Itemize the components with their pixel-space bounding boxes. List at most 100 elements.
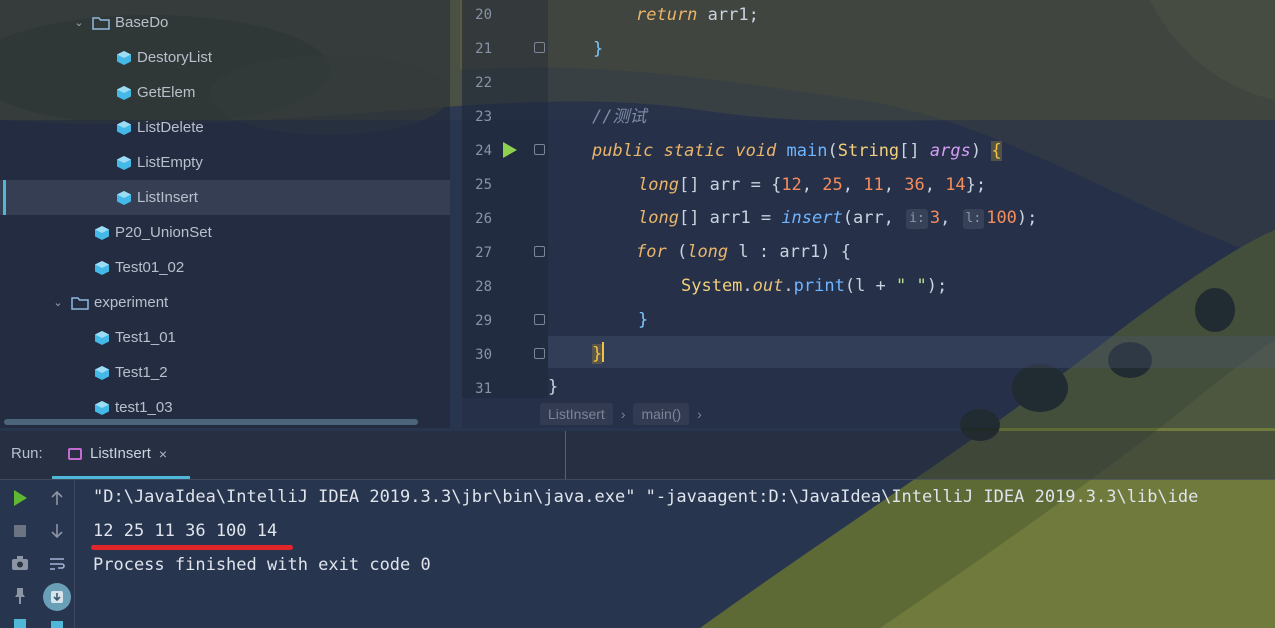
fold-marker-icon[interactable]: [534, 42, 545, 53]
pin-icon: [15, 588, 25, 604]
console-line-command: "D:\JavaIdea\IntelliJ IDEA 2019.3.3\jbr\…: [93, 487, 1199, 507]
screenshot-button[interactable]: [11, 555, 29, 571]
breadcrumb-separator-icon: ›: [620, 406, 626, 422]
code-token: 25: [822, 175, 843, 195]
code-token: args: [929, 141, 971, 161]
horizontal-scrollbar[interactable]: [4, 419, 418, 425]
chevron-down-icon[interactable]: ⌄: [72, 16, 86, 29]
tree-item-listempty[interactable]: ListEmpty: [0, 145, 450, 180]
camera-icon: [12, 556, 28, 570]
tree-item-label: ListDelete: [137, 119, 204, 136]
code-token: static: [663, 141, 726, 161]
stop-button[interactable]: [13, 524, 27, 538]
run-tool-window-header: Run: ListInsert ×: [0, 431, 1275, 480]
console-toolbar: [40, 480, 75, 628]
rerun-button[interactable]: [12, 489, 28, 507]
tree-item-test01-02[interactable]: Test01_02: [0, 250, 450, 285]
code-token: print: [793, 276, 845, 296]
code-token: 12: [781, 175, 802, 195]
code-token: .: [742, 276, 753, 296]
code-token: long: [638, 175, 679, 195]
code-line-30: }: [548, 337, 605, 371]
code-line-31: }: [548, 377, 559, 397]
scroll-down-button[interactable]: [50, 523, 64, 539]
code-token: arr1;: [697, 5, 759, 25]
tab-listinsert[interactable]: ListInsert ×: [52, 431, 190, 479]
tree-item-getelem[interactable]: GetElem: [0, 75, 450, 110]
line-number: 25: [475, 177, 492, 193]
java-class-icon: [117, 190, 131, 205]
project-tree: ⌄ BaseDo DestoryList GetElem ListDelete …: [0, 0, 450, 428]
play-icon: [14, 490, 27, 506]
current-line-highlight: [548, 336, 1275, 368]
code-token: for: [636, 242, 667, 262]
code-token: (: [666, 242, 688, 262]
divider: [565, 431, 566, 479]
scroll-up-button[interactable]: [50, 490, 64, 506]
code-token: return: [636, 5, 698, 25]
tree-folder-experiment[interactable]: ⌄ experiment: [0, 285, 450, 320]
code-token: {: [991, 141, 1002, 161]
code-line-26: long[] arr1 = insert(arr, i: 3, l: 100);: [638, 208, 1038, 229]
tree-folder-basedo[interactable]: ⌄ BaseDo: [0, 5, 450, 40]
code-token: []: [899, 141, 930, 161]
line-number: 20: [475, 7, 492, 23]
code-token: String: [837, 141, 900, 161]
tree-item-label: P20_UnionSet: [115, 224, 212, 241]
run-toolbar: [0, 480, 40, 628]
fold-marker-icon[interactable]: [534, 144, 545, 155]
print-button[interactable]: [50, 620, 64, 628]
run-gutter-icon[interactable]: [502, 141, 518, 159]
line-number: 31: [475, 381, 492, 397]
code-token: long: [687, 242, 729, 262]
tab-label: ListInsert: [90, 445, 151, 462]
arrow-up-icon: [51, 490, 63, 505]
tree-item-p20-unionset[interactable]: P20_UnionSet: [0, 215, 450, 250]
code-token: public: [592, 141, 654, 161]
console-output[interactable]: "D:\JavaIdea\IntelliJ IDEA 2019.3.3\jbr\…: [93, 482, 1198, 584]
arrow-down-icon: [51, 524, 63, 539]
code-line-27: for (long l : arr1) {: [548, 235, 851, 269]
scroll-to-end-button[interactable]: [43, 583, 71, 611]
tree-item-label: BaseDo: [115, 14, 169, 31]
code-token: .: [783, 276, 794, 296]
code-token: );: [1016, 208, 1038, 228]
close-icon[interactable]: ×: [159, 446, 167, 462]
soft-wrap-button[interactable]: [49, 557, 65, 571]
print-icon: [51, 621, 63, 628]
chevron-down-icon[interactable]: ⌄: [51, 296, 65, 309]
settings-button[interactable]: [13, 618, 27, 628]
soft-wrap-icon: [50, 558, 65, 570]
tree-item-test1-01[interactable]: Test1_01: [0, 320, 450, 355]
code-line-23-comment: //测试: [592, 107, 647, 127]
code-token: insert: [781, 208, 843, 228]
tree-item-label: Test1_01: [115, 329, 176, 346]
code-token: main: [786, 141, 828, 161]
tree-item-listinsert[interactable]: ListInsert: [0, 180, 450, 215]
code-token: (: [827, 141, 838, 161]
breadcrumb-item-method[interactable]: main(): [633, 403, 690, 425]
fold-marker-icon[interactable]: [534, 348, 545, 359]
code-editor[interactable]: 20 21 22 23 24 25 26 27 28 29 30 31 retu…: [462, 0, 1275, 428]
pin-button[interactable]: [12, 587, 28, 605]
code-token: l : arr1) {: [728, 242, 851, 262]
fold-marker-icon[interactable]: [534, 314, 545, 325]
folder-icon: [92, 16, 110, 30]
code-token: );: [926, 276, 948, 296]
code-token: 36: [904, 175, 925, 195]
code-token: " ": [896, 276, 927, 296]
text-caret: [602, 342, 605, 362]
parameter-hint: l:: [962, 209, 985, 229]
line-number: 28: [475, 279, 492, 295]
fold-marker-icon[interactable]: [534, 246, 545, 257]
tree-item-test1-2[interactable]: Test1_2: [0, 355, 450, 390]
code-token: System: [681, 276, 743, 296]
tree-item-label: Test01_02: [115, 259, 185, 276]
console-line-exit: Process finished with exit code 0: [93, 555, 431, 575]
java-class-icon: [95, 330, 109, 345]
code-token: (l +: [844, 276, 897, 296]
breadcrumb-item-class[interactable]: ListInsert: [540, 403, 613, 425]
tree-item-destorylist[interactable]: DestoryList: [0, 40, 450, 75]
line-number: 30: [475, 347, 492, 363]
tree-item-listdelete[interactable]: ListDelete: [0, 110, 450, 145]
